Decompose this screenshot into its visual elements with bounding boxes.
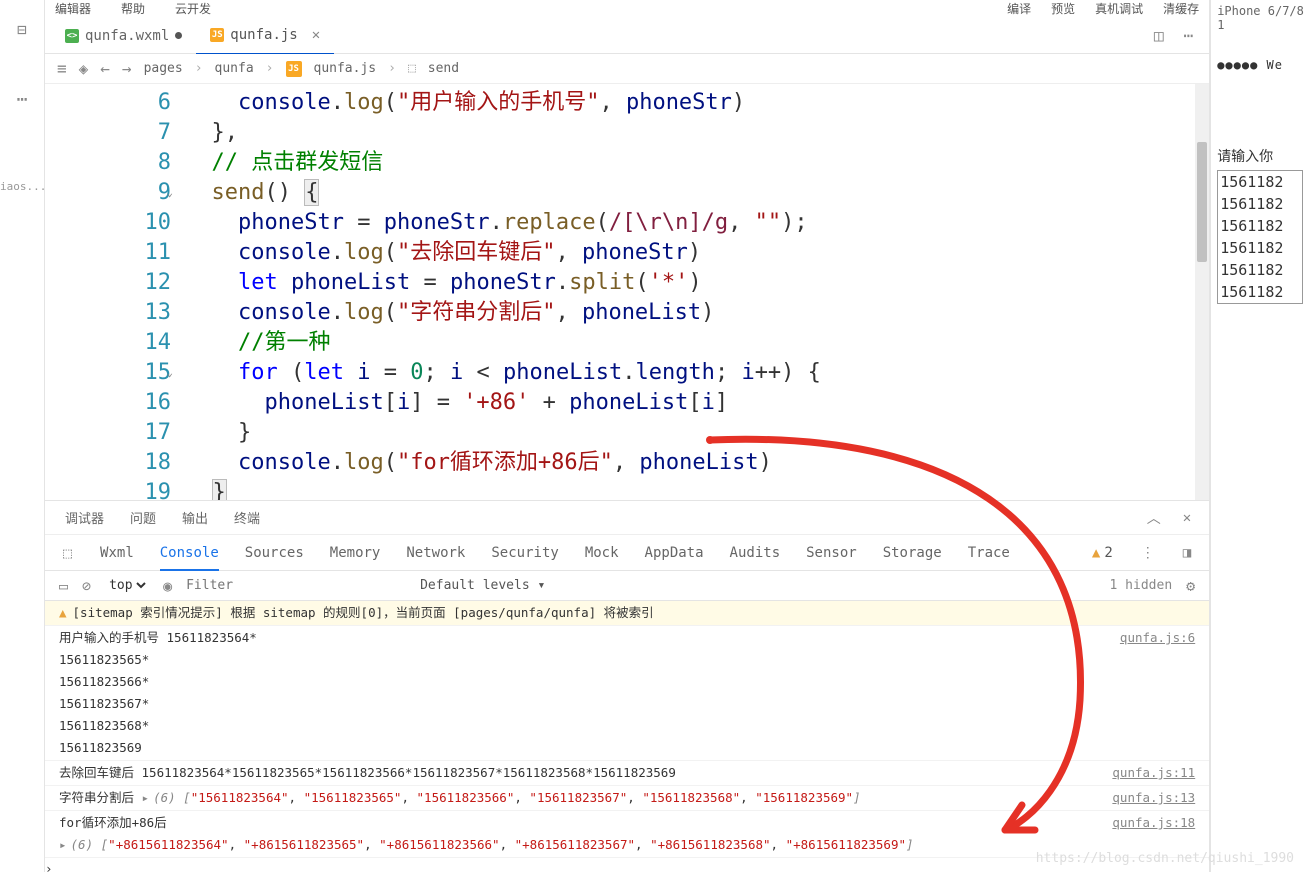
tab-qunfa-js[interactable]: JS qunfa.js ✕ (196, 18, 334, 54)
method-icon: ⬚ (408, 61, 416, 76)
bottom-panel: 调试器 问题 输出 终端 ︿ ✕ ⬚ Wxml Console Sources Mem… (45, 500, 1209, 872)
watermark: https://blog.csdn.net/qiushi_1990 (1036, 851, 1294, 866)
simulator-panel: iPhone 6/7/8 1 ●●●●● We 请输入你 15611821561… (1210, 0, 1304, 872)
devtab-audits[interactable]: Audits (730, 545, 781, 561)
source-link[interactable]: qunfa.js:13 (1102, 787, 1195, 809)
menu-item[interactable]: 预览 (1051, 0, 1075, 17)
filter-input[interactable] (186, 578, 406, 593)
panel-tab-terminal[interactable]: 终端 (232, 508, 262, 527)
inspect-icon[interactable]: ⬚ (63, 544, 72, 562)
clear-icon[interactable]: ⊘ (82, 577, 91, 595)
devtab-sources[interactable]: Sources (245, 545, 304, 561)
console-toolbar: ▭ ⊘ top ◉ Default levels ▾ 1 hidden ⚙ (45, 571, 1209, 601)
list-icon[interactable]: ≡ (57, 59, 67, 78)
js-file-icon: JS (210, 28, 224, 42)
console-output[interactable]: ▲[sitemap 索引情况提示] 根据 sitemap 的规则[0]，当前页面… (45, 601, 1209, 872)
back-icon[interactable]: ← (100, 59, 110, 78)
eye-icon[interactable]: ◉ (163, 577, 172, 595)
tab-label: qunfa.wxml (85, 28, 169, 44)
devtab-security[interactable]: Security (491, 545, 558, 561)
devtab-wxml[interactable]: Wxml (100, 545, 134, 561)
devtab-mock[interactable]: Mock (585, 545, 619, 561)
panel-tab-problems[interactable]: 问题 (128, 508, 158, 527)
line-gutter: 6789⌄101112131415⌄16171819 (45, 84, 185, 500)
status-bar: ●●●●● We (1217, 58, 1304, 72)
wxml-file-icon: <> (65, 29, 79, 43)
menu-item[interactable]: 云开发 (175, 0, 211, 17)
device-label[interactable]: iPhone 6/7/8 1 (1217, 4, 1304, 32)
devtab-console[interactable]: Console (160, 545, 219, 571)
crumb-part[interactable]: qunfa.js (314, 61, 377, 76)
console-row: for循环添加+86后▸(6) ["+8615611823564", "+861… (45, 811, 1209, 858)
crumb-part[interactable]: send (428, 61, 459, 76)
forward-icon[interactable]: → (122, 59, 132, 78)
vertical-scrollbar[interactable] (1195, 84, 1209, 500)
source-link[interactable]: qunfa.js:11 (1102, 762, 1195, 784)
menu-item[interactable]: 帮助 (121, 0, 145, 17)
crumb-part[interactable]: qunfa (215, 61, 254, 76)
console-row: 去除回车键后 15611823564*15611823565*156118235… (45, 761, 1209, 786)
devtab-trace[interactable]: Trace (968, 545, 1010, 561)
top-menu: 编辑器 帮助 云开发 编译 预览 真机调试 清缓存 (45, 0, 1209, 18)
menu-item[interactable]: 清缓存 (1163, 0, 1199, 17)
tab-qunfa-wxml[interactable]: <> qunfa.wxml (51, 18, 196, 54)
collapse-icon[interactable]: ⊟ (0, 20, 44, 39)
dirty-dot-icon (175, 32, 182, 39)
hidden-count[interactable]: 1 hidden (1110, 578, 1173, 593)
bookmark-icon[interactable]: ◈ (79, 59, 89, 78)
console-row: 字符串分割后 ▸(6) ["15611823564", "15611823565… (45, 786, 1209, 811)
activity-bar: ⊟ ⋯ iaos... (0, 0, 45, 872)
tab-label: qunfa.js (230, 27, 297, 43)
kebab-icon[interactable]: ⋮ (1141, 545, 1155, 561)
sidebar-text: iaos... (0, 180, 44, 193)
textarea-preview[interactable]: 1561182156118215611821561182156118215611… (1217, 170, 1303, 304)
panel-tab-debugger[interactable]: 调试器 (63, 508, 106, 527)
crumb-part[interactable]: pages (144, 61, 183, 76)
devtab-sensor[interactable]: Sensor (806, 545, 857, 561)
code-content[interactable]: console.log("用户输入的手机号", phoneStr) }, // … (185, 84, 1209, 500)
close-icon[interactable]: ✕ (1183, 510, 1191, 526)
devtab-appdata[interactable]: AppData (645, 545, 704, 561)
source-link[interactable]: qunfa.js:6 (1110, 627, 1195, 759)
devtools-tabs: ⬚ Wxml Console Sources Memory Network Securit… (45, 535, 1209, 571)
devtab-network[interactable]: Network (406, 545, 465, 561)
chevron-up-icon[interactable]: ︿ (1147, 508, 1161, 528)
menu-item[interactable]: 编译 (1007, 0, 1031, 17)
panel-tabs: 调试器 问题 输出 终端 ︿ ✕ (45, 501, 1209, 535)
devtab-storage[interactable]: Storage (883, 545, 942, 561)
split-editor-icon[interactable]: ◫ (1144, 26, 1174, 45)
more-icon[interactable]: ⋯ (1174, 26, 1204, 45)
js-file-icon: JS (286, 61, 302, 77)
input-prompt: 请输入你 (1217, 146, 1304, 166)
console-prompt[interactable]: › (45, 858, 1209, 872)
warnings-badge[interactable]: ▲2 (1092, 545, 1113, 561)
context-select[interactable]: top (105, 577, 149, 594)
panel-tab-output[interactable]: 输出 (180, 508, 210, 527)
menu-item[interactable]: 真机调试 (1095, 0, 1143, 17)
editor-tabs: <> qunfa.wxml JS qunfa.js ✕ ◫ ⋯ (45, 18, 1209, 54)
editor-main: 编辑器 帮助 云开发 编译 预览 真机调试 清缓存 <> qunfa.wxml … (45, 0, 1210, 872)
play-icon[interactable]: ▭ (59, 577, 68, 595)
scrollbar-thumb[interactable] (1197, 142, 1207, 262)
breadcrumb: ≡ ◈ ← → pages› qunfa› JS qunfa.js› ⬚ sen… (45, 54, 1209, 84)
source-link[interactable]: qunfa.js:18 (1102, 812, 1195, 856)
code-editor[interactable]: 6789⌄101112131415⌄16171819 console.log("… (45, 84, 1209, 500)
console-row: 用户输入的手机号 15611823564* 15611823565* 15611… (45, 626, 1209, 761)
console-row: ▲[sitemap 索引情况提示] 根据 sitemap 的规则[0]，当前页面… (45, 601, 1209, 626)
menu-item[interactable]: 编辑器 (55, 0, 91, 17)
levels-select[interactable]: Default levels ▾ (420, 578, 545, 593)
dock-icon[interactable]: ◨ (1183, 545, 1191, 561)
gear-icon[interactable]: ⚙ (1186, 577, 1195, 595)
close-icon[interactable]: ✕ (312, 27, 320, 43)
more-icon[interactable]: ⋯ (0, 89, 44, 110)
devtab-memory[interactable]: Memory (330, 545, 381, 561)
